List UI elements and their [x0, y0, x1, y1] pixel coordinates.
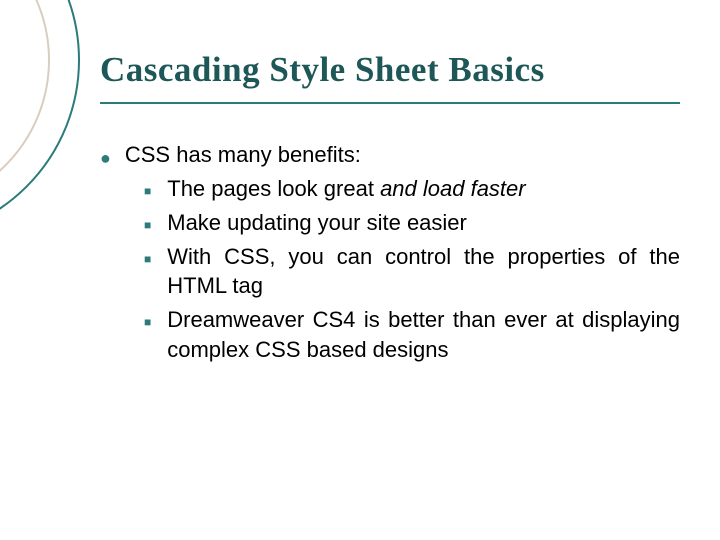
disc-bullet-icon: ●	[100, 146, 111, 170]
list-item-text: With CSS, you can control the properties…	[167, 242, 680, 301]
slide-title: Cascading Style Sheet Basics	[100, 50, 680, 104]
lead-text: CSS has many benefits:	[125, 140, 680, 170]
list-item: ■ With CSS, you can control the properti…	[144, 242, 680, 301]
bullet-row: ● CSS has many benefits:	[100, 140, 680, 170]
slide-body: ● CSS has many benefits: ■ The pages loo…	[100, 140, 680, 364]
list-item: ■ Make updating your site easier	[144, 208, 680, 238]
list-item: ■ Dreamweaver CS4 is better than ever at…	[144, 305, 680, 364]
square-bullet-icon: ■	[144, 217, 151, 233]
square-bullet-icon: ■	[144, 251, 151, 267]
list-item-text: The pages look great and load faster	[167, 174, 680, 204]
list-item: ■ The pages look great and load faster	[144, 174, 680, 204]
text-plain: The pages look great	[167, 176, 380, 201]
list-item-text: Dreamweaver CS4 is better than ever at d…	[167, 305, 680, 364]
sub-list: ■ The pages look great and load faster ■…	[144, 174, 680, 364]
text-italic: and load faster	[380, 176, 526, 201]
square-bullet-icon: ■	[144, 314, 151, 330]
list-item-text: Make updating your site easier	[167, 208, 680, 238]
square-bullet-icon: ■	[144, 183, 151, 199]
slide: Cascading Style Sheet Basics ● CSS has m…	[0, 0, 720, 540]
